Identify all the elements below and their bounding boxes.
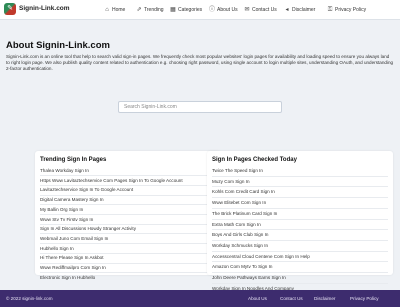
logo-text: Signin-Link.com	[19, 5, 70, 12]
footer-about-link[interactable]: About Us	[248, 295, 267, 302]
trending-item[interactable]: Www Stv Tv Firstv Sign In	[40, 217, 216, 225]
checked-today-list: Twice The Speed Sign In Muzy Com Sign In…	[212, 168, 388, 295]
trending-item[interactable]: Lavitaztechservice Sign In To Google Acc…	[40, 187, 216, 196]
trending-item[interactable]: Webmail Juno Com Email Sign In	[40, 236, 216, 245]
trending-item[interactable]: My Ballin Org Sign In	[40, 207, 216, 216]
nav-about-link[interactable]: ⓘ About Us	[209, 6, 238, 14]
info-icon: ⓘ	[209, 7, 216, 13]
nav-privacy-label: Privacy Policy	[335, 7, 367, 13]
trending-title: Trending Sign In Pages	[40, 157, 107, 163]
footer-privacy-link[interactable]: Privacy Policy	[350, 295, 379, 302]
about-title: About Signin-Link.com	[6, 40, 110, 51]
search-input[interactable]	[118, 101, 282, 113]
nav-trending-link[interactable]: ⇗ Trending	[136, 6, 164, 14]
checked-item[interactable]: John Deere Pathways Earns Sign In	[212, 275, 388, 284]
footer: © 2022 signin-link.com About Us Contact …	[0, 290, 400, 307]
trending-item[interactable]: Hubhello Sign In	[40, 246, 216, 254]
checked-item[interactable]: Muzy Com Sign In	[212, 179, 388, 188]
nav-categories-label: Categories	[178, 7, 203, 13]
checked-item[interactable]: Extra Math Com Sign In	[212, 222, 388, 231]
nav-disclaimer-link[interactable]: ◂ Disclaimer	[284, 6, 315, 14]
trending-panel: Trending Sign In Pages Thalea Workday Si…	[35, 151, 221, 280]
trending-item[interactable]: Digital Camera Mastery Sign In	[40, 197, 216, 206]
footer-disclaimer-link[interactable]: Disclaimer	[314, 295, 335, 302]
categories-icon: ▦	[170, 7, 176, 13]
checked-item[interactable]: The Brick Platinum Card Sign In	[212, 211, 388, 220]
nav-privacy-link[interactable]: ⚿ Privacy Policy	[327, 6, 366, 14]
checked-today-title: Sign In Pages Checked Today	[212, 157, 297, 163]
checked-item[interactable]: Www Elitebet Com Sign In	[212, 200, 388, 209]
home-icon: ⌂	[105, 7, 109, 13]
trending-icon: ⇗	[136, 7, 142, 13]
trending-item[interactable]: Thalea Workday Sign In	[40, 168, 216, 177]
megaphone-icon: ◂	[285, 7, 289, 13]
nav-trending-label: Trending	[144, 7, 164, 13]
nav-contact-link[interactable]: ✉ Contact Us	[244, 6, 277, 14]
trending-item[interactable]: Hi There Please Sign In Askbot	[40, 255, 216, 264]
checked-item[interactable]: Boys And Girls Club Sign In	[212, 232, 388, 241]
nav-contact-label: Contact Us	[252, 7, 277, 13]
trending-item[interactable]: Www Rediffmailpro Com Sign In	[40, 265, 216, 274]
logo-icon: ✎	[4, 3, 16, 15]
envelope-icon: ✉	[244, 7, 250, 13]
checked-item[interactable]: Amazon Com Mytv To Sign In	[212, 264, 388, 274]
about-description: Signin-Link.com is an online tool that h…	[6, 54, 394, 71]
checked-item[interactable]: Kohls Com Credit Card Sign In	[212, 189, 388, 199]
lock-icon: ⚿	[327, 7, 333, 13]
about-section: About Signin-Link.com Signin-Link.com is…	[6, 40, 394, 72]
trending-list: Thalea Workday Sign In Https Www Lavitaz…	[40, 168, 216, 283]
trending-item[interactable]: Sign In All Discussions Howdy Stranger A…	[40, 226, 216, 235]
trending-item[interactable]: Electronic Sign In Hubhello	[40, 275, 216, 282]
site-logo[interactable]: ✎ Signin-Link.com	[4, 3, 70, 15]
nav-about-label: About Us	[217, 7, 238, 13]
checked-item[interactable]: Accesscentral Cloud Centene Com Sign In …	[212, 254, 388, 263]
checked-today-panel: Sign In Pages Checked Today Twice The Sp…	[207, 151, 393, 291]
nav-categories-link[interactable]: ▦ Categories	[170, 6, 202, 14]
checked-item[interactable]: Workday Schmucks Sign In	[212, 243, 388, 252]
trending-item[interactable]: Https Www Lavitaztechservice Com Pages S…	[40, 178, 216, 186]
nav-home-link[interactable]: ⌂ Home	[104, 6, 125, 14]
checked-item[interactable]: Twice The Speed Sign In	[212, 168, 388, 177]
copyright-text: © 2022 signin-link.com	[6, 296, 53, 301]
nav-disclaimer-label: Disclaimer	[292, 7, 316, 13]
top-navbar: ✎ Signin-Link.com ⌂ Home ⇗ Trending ▦ Ca…	[0, 0, 400, 20]
nav-home-label: Home	[112, 7, 126, 13]
footer-contact-link[interactable]: Contact Us	[280, 295, 303, 302]
